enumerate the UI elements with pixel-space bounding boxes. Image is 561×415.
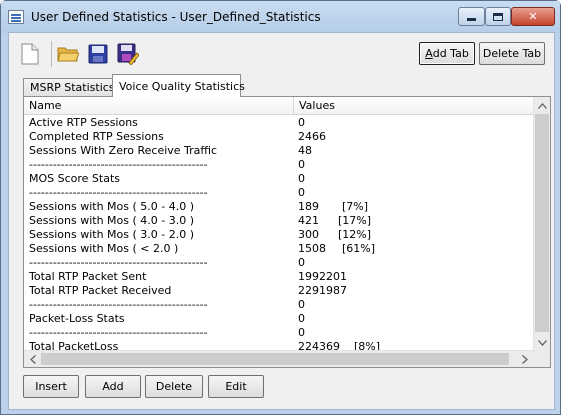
row-value: 2466	[298, 130, 326, 143]
app-icon	[8, 10, 24, 24]
row-value: 0	[298, 186, 305, 199]
row-value: 0	[298, 158, 305, 171]
row-name: ----------------------------------------…	[29, 158, 208, 171]
maximize-button[interactable]	[485, 7, 511, 26]
row-name: ----------------------------------------…	[29, 326, 208, 339]
row-value: 300	[298, 228, 319, 241]
scroll-right-arrow[interactable]	[516, 351, 533, 368]
row-value: 0	[298, 326, 305, 339]
table-row[interactable]: Active RTP Sessions 0	[24, 116, 533, 130]
row-name: Sessions with Mos ( 5.0 - 4.0 )	[29, 200, 195, 213]
table-row[interactable]: Sessions with Mos ( 4.0 - 3.0 ) 421 [17%]	[24, 214, 533, 228]
table-row[interactable]: Sessions with Mos ( 3.0 - 2.0 ) 300 [12%]	[24, 228, 533, 242]
vertical-scrollbar[interactable]	[533, 97, 550, 351]
scroll-down-arrow[interactable]	[534, 334, 551, 351]
table-row[interactable]: ----------------------------------------…	[24, 256, 533, 270]
delete-button[interactable]: Delete	[145, 375, 203, 398]
scroll-up-arrow[interactable]	[534, 97, 551, 114]
delete-tab-button[interactable]: Delete Tab	[479, 42, 545, 65]
row-name: Sessions With Zero Receive Traffic	[29, 144, 218, 157]
tab-voice-quality-statistics[interactable]: Voice Quality Statistics	[112, 74, 245, 97]
table-row[interactable]: ----------------------------------------…	[24, 158, 533, 172]
row-name: Active RTP Sessions	[29, 116, 138, 129]
horizontal-scrollbar[interactable]	[24, 350, 533, 367]
scrollbar-corner	[533, 350, 550, 367]
client-area: Add Tab Delete Tab MSRP Statistics Voice…	[8, 32, 555, 410]
add-button[interactable]: Add	[85, 375, 141, 398]
list-header: Name Values	[24, 97, 533, 115]
vertical-scroll-thumb[interactable]	[535, 114, 549, 332]
row-name: Packet-Loss Stats	[29, 312, 125, 325]
row-value: 2291987	[298, 284, 347, 297]
row-percentage: [17%]	[338, 214, 372, 227]
table-row[interactable]: ----------------------------------------…	[24, 298, 533, 312]
table-row[interactable]: Total RTP Packet Received 2291987	[24, 284, 533, 298]
row-name: ----------------------------------------…	[29, 298, 208, 311]
window-title: User Defined Statistics - User_Defined_S…	[31, 10, 321, 24]
add-tab-mnemonic: A	[425, 47, 433, 60]
row-value: 0	[298, 116, 305, 129]
table-row[interactable]: Sessions With Zero Receive Traffic 48	[24, 144, 533, 158]
toolbar-separator	[51, 41, 52, 67]
row-value: 0	[298, 172, 305, 185]
statistics-list[interactable]: Name Values Active RTP Sessions 0 Complete…	[23, 96, 551, 368]
column-header-values[interactable]: Values	[293, 97, 533, 115]
add-tab-label: dd Tab	[432, 47, 469, 60]
horizontal-scroll-thumb[interactable]	[41, 353, 509, 365]
close-icon: ✕	[528, 10, 538, 23]
maximize-icon	[493, 12, 503, 21]
row-name: Total RTP Packet Received	[29, 284, 172, 297]
row-value: 0	[298, 298, 305, 311]
table-row[interactable]: MOS Score Stats 0	[24, 172, 533, 186]
title-bar[interactable]: User Defined Statistics - User_Defined_S…	[1, 1, 560, 33]
row-value: 0	[298, 256, 305, 269]
new-file-icon[interactable]	[19, 42, 41, 66]
scroll-left-arrow[interactable]	[24, 351, 41, 368]
row-percentage: [61%]	[342, 242, 376, 255]
row-name: Sessions with Mos ( < 2.0 )	[29, 242, 179, 255]
minimize-button[interactable]	[458, 7, 485, 26]
save-icon[interactable]	[87, 42, 109, 66]
add-tab-button[interactable]: Add Tab	[419, 42, 475, 65]
row-value: 421	[298, 214, 319, 227]
column-header-name[interactable]: Name	[24, 97, 294, 115]
close-button[interactable]: ✕	[511, 7, 555, 26]
row-name: ----------------------------------------…	[29, 256, 208, 269]
insert-button[interactable]: Insert	[23, 375, 79, 398]
table-row[interactable]: Total RTP Packet Sent 1992201	[24, 270, 533, 284]
open-folder-icon[interactable]	[57, 42, 79, 66]
row-name: Total RTP Packet Sent	[29, 270, 147, 283]
table-row[interactable]: Packet-Loss Stats 0	[24, 312, 533, 326]
statistics-window: User Defined Statistics - User_Defined_S…	[0, 0, 561, 415]
row-value: 0	[298, 312, 305, 325]
row-value: 1992201	[298, 270, 347, 283]
minimize-icon	[467, 18, 476, 21]
row-name: Sessions with Mos ( 4.0 - 3.0 )	[29, 214, 195, 227]
table-row[interactable]: Sessions with Mos ( 5.0 - 4.0 ) 189 [7%]	[24, 200, 533, 214]
row-value: 189	[298, 200, 319, 213]
edit-button[interactable]: Edit	[208, 375, 264, 398]
row-value: 48	[298, 144, 312, 157]
row-name: Sessions with Mos ( 3.0 - 2.0 )	[29, 228, 195, 241]
row-name: ----------------------------------------…	[29, 186, 208, 199]
save-as-icon[interactable]	[117, 42, 139, 66]
table-row[interactable]: ----------------------------------------…	[24, 186, 533, 200]
table-row[interactable]: Sessions with Mos ( < 2.0 ) 1508 [61%]	[24, 242, 533, 256]
list-rows: Active RTP Sessions 0 Completed RTP Sessio…	[24, 116, 533, 356]
row-name: Completed RTP Sessions	[29, 130, 164, 143]
row-value: 1508	[298, 242, 326, 255]
table-row[interactable]: ----------------------------------------…	[24, 326, 533, 340]
row-name: MOS Score Stats	[29, 172, 121, 185]
row-percentage: [12%]	[338, 228, 372, 241]
table-row[interactable]: Completed RTP Sessions 2466	[24, 130, 533, 144]
row-percentage: [7%]	[342, 200, 369, 213]
tab-msrp-statistics[interactable]: MSRP Statistics	[23, 78, 115, 96]
